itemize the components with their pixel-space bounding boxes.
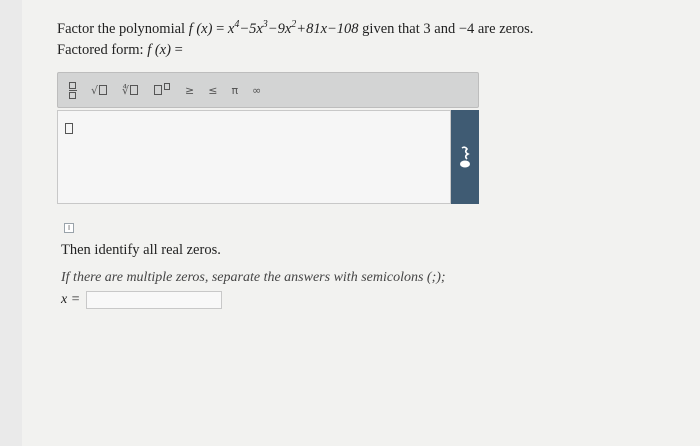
poly-term-1: −5x: [239, 21, 263, 37]
factored-form-label: Factored form: f (x) =: [57, 40, 533, 61]
nth-root-box-icon: [130, 85, 139, 95]
check-answer-icon[interactable]: I: [64, 223, 74, 233]
polynomial: x4−5x3−9x2+81x−108: [228, 19, 359, 37]
factored-function-name: f (x): [147, 42, 171, 58]
base-box-icon: [154, 85, 163, 95]
poly-term-3: +81x−108: [296, 21, 359, 37]
expand-toolbar-tab[interactable]: [451, 110, 479, 204]
infinity-button[interactable]: ∞: [252, 84, 261, 97]
fraction-button[interactable]: [68, 81, 77, 99]
function-name: f (x): [188, 21, 213, 37]
placeholder-box-icon: [65, 123, 73, 134]
given-zeros: given that 3 and −4 are zeros.: [362, 21, 534, 37]
denominator-box-icon: [69, 91, 76, 99]
hand-pointer-icon: [460, 146, 470, 168]
poly-term-2: −9x: [267, 21, 292, 37]
le-button[interactable]: ≤: [208, 84, 217, 97]
zeros-input[interactable]: [86, 291, 223, 309]
numerator-box-icon: [69, 81, 76, 89]
pi-button[interactable]: π: [231, 84, 238, 97]
math-toolbar: √ ∜ ≥ ≤ π ∞: [57, 72, 479, 108]
factored-equals: =: [174, 42, 183, 58]
exponent-box-icon: [164, 83, 171, 90]
problem-prefix: Factor the polynomial: [57, 21, 186, 37]
sqrt-icon: √: [91, 83, 99, 97]
question-text: Factor the polynomial f (x) = x4−5x3−9x2…: [57, 14, 533, 61]
identify-zeros-text: Then identify all real zeros.: [61, 242, 221, 258]
problem-statement: Factor the polynomial f (x) = x4−5x3−9x2…: [57, 14, 533, 40]
nth-root-icon: ∜: [122, 83, 130, 97]
sqrt-box-icon: [99, 85, 108, 95]
semicolon-hint: If there are multiple zeros, separate th…: [61, 270, 446, 285]
factored-label-text: Factored form:: [57, 42, 144, 58]
factored-form-input[interactable]: [57, 110, 451, 204]
x-label: x =: [61, 292, 81, 307]
exponent-button[interactable]: [153, 83, 171, 95]
zeros-row: x =: [61, 291, 223, 309]
nth-root-button[interactable]: ∜: [122, 84, 139, 97]
page-left-strip: [0, 0, 22, 446]
ge-button[interactable]: ≥: [185, 84, 194, 97]
sqrt-button[interactable]: √: [91, 84, 108, 97]
equals-sign: =: [216, 21, 225, 37]
